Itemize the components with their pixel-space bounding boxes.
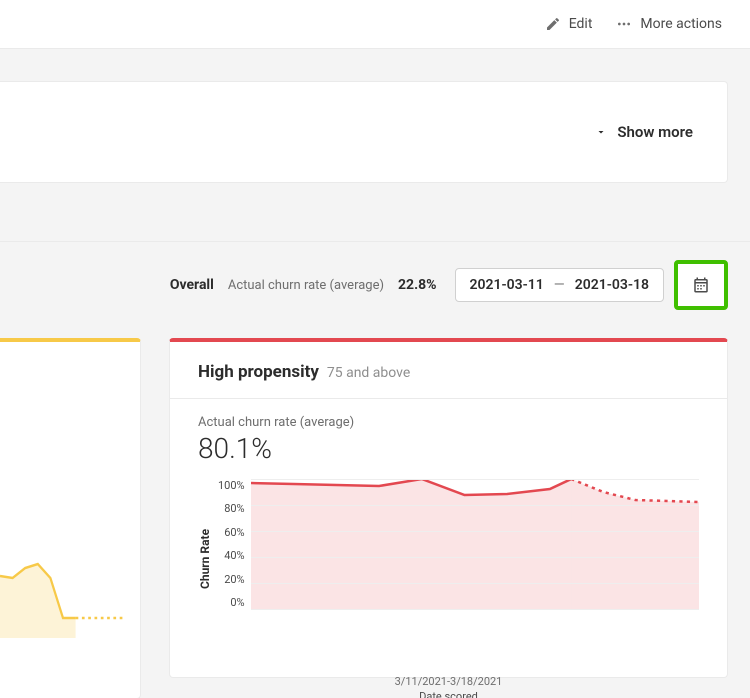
y-tick: 40% [224,549,244,562]
card-header: High propensity 75 and above [198,362,699,382]
y-axis-ticks: 100% 80% 60% 40% 20% 0% [218,479,251,609]
y-tick: 60% [224,526,244,539]
chevron-down-icon [595,126,607,138]
y-tick: 80% [224,502,244,515]
chart-area: Churn Rate 100% 80% 60% 40% 20% 0% [198,479,699,639]
more-actions-button[interactable]: More actions [616,16,722,32]
calendar-button[interactable] [674,260,728,310]
side-card [0,338,141,698]
date-separator: — [554,277,565,293]
more-actions-label: More actions [640,16,722,32]
y-tick: 20% [224,573,244,586]
side-chart [0,518,126,638]
y-tick: 0% [230,596,244,609]
pencil-icon [545,16,561,32]
edit-label: Edit [569,16,593,32]
show-more-toggle[interactable]: Show more [595,123,693,141]
date-start: 2021-03-11 [470,277,544,293]
x-range-label: 3/11/2021-3/18/2021 [198,675,699,688]
overall-label: Overall [170,277,214,293]
date-end: 2021-03-18 [575,277,649,293]
calendar-icon [692,276,710,294]
top-toolbar: Edit More actions [0,0,750,49]
y-axis-label: Churn Rate [198,479,212,639]
metric-label: Actual churn rate (average) [198,415,699,430]
high-propensity-card: High propensity 75 and above Actual chur… [169,338,728,678]
cards-row: High propensity 75 and above Actual chur… [0,338,750,698]
metric-value: 80.1% [198,432,699,465]
date-range-picker[interactable]: 2021-03-11 — 2021-03-18 [455,268,664,302]
card-subtitle: 75 and above [327,365,410,381]
x-axis-label: Date scored [198,690,699,698]
chart-plot [251,479,699,609]
divider [170,398,727,399]
edit-button[interactable]: Edit [545,16,593,32]
overall-value: 22.8% [398,277,437,293]
card-title: High propensity [198,362,319,382]
summary-bar: Overall Actual churn rate (average) 22.8… [0,241,750,310]
ellipsis-icon [616,16,632,32]
y-tick: 100% [218,479,245,492]
overall-metric-label: Actual churn rate (average) [228,278,384,293]
details-panel: Show more [0,81,728,183]
show-more-label: Show more [617,123,693,141]
